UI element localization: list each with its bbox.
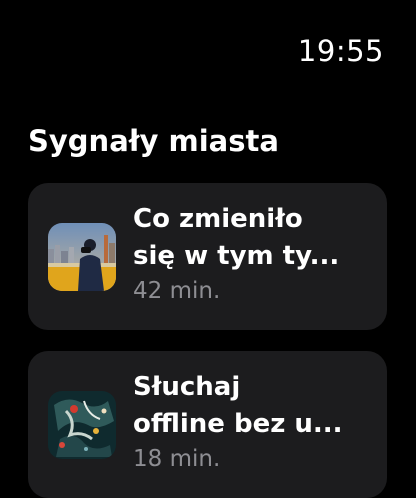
status-time: 19:55 (297, 34, 384, 68)
section-title: Sygnały miasta (28, 124, 279, 158)
item-text: Co zmieniło się w tym ty... 42 min. (133, 201, 373, 304)
abstract-map-thumbnail-icon (48, 391, 116, 459)
list-item[interactable]: Co zmieniło się w tym ty... 42 min. (28, 183, 387, 330)
item-title-line-2: się w tym ty... (133, 241, 340, 271)
item-text: Słuchaj offline bez u... 18 min. (133, 369, 373, 472)
item-title-line-1: Co zmieniło (133, 204, 303, 234)
item-duration: 18 min. (133, 446, 221, 472)
item-title-line-1: Słuchaj (133, 372, 241, 402)
city-photo-thumbnail-icon (48, 223, 116, 291)
item-title-line-2: offline bez u... (133, 409, 343, 439)
item-duration: 42 min. (133, 278, 221, 304)
list-item[interactable]: Słuchaj offline bez u... 18 min. (28, 351, 387, 498)
